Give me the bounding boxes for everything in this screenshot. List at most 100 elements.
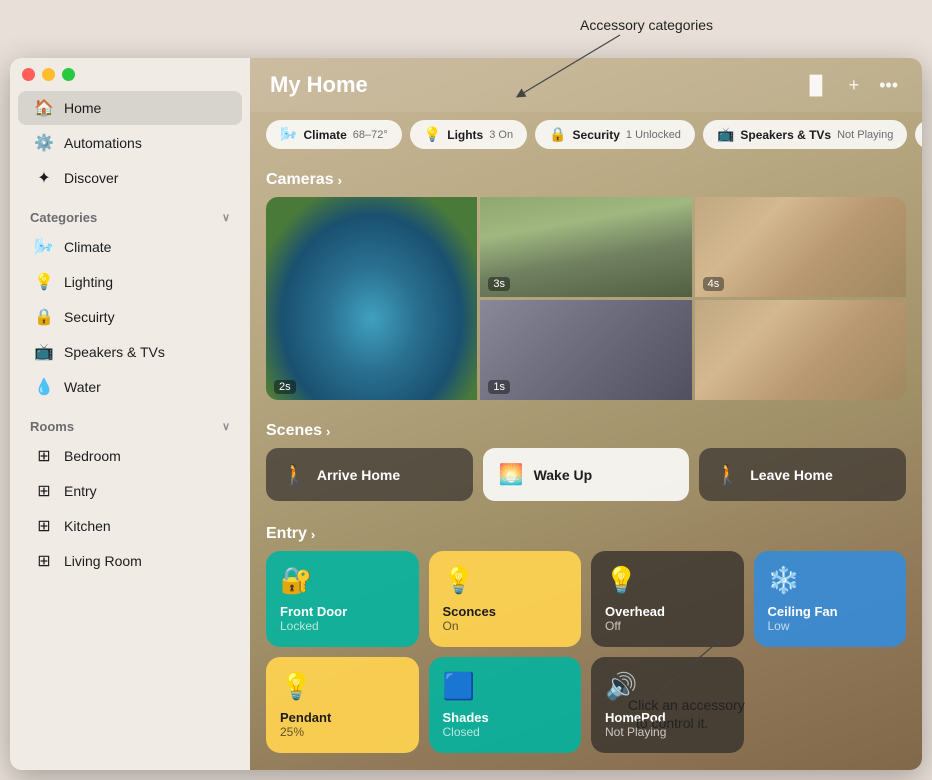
overhead-icon: 💡 [605, 565, 730, 596]
svg-text:Accessory categories: Accessory categories [580, 17, 713, 33]
main-content: My Home ▐▌ + ••• 🌬️ Climate 68–72° 💡 Lig… [250, 58, 922, 770]
scenes-section-label: Scenes [266, 422, 322, 440]
scenes-grid: 🚶 Arrive Home 🌅 Wake Up 🚶 Leave Home [250, 448, 922, 515]
climate-icon: 🌬️ [34, 237, 54, 257]
sidebar-item-bedroom[interactable]: ⊞ Bedroom [18, 439, 242, 473]
pill-water[interactable]: 💧 Water Off [915, 120, 922, 149]
sidebar-kitchen-label: Kitchen [64, 518, 111, 534]
page-title: My Home [270, 72, 368, 98]
categories-section-header[interactable]: Categories ∨ [10, 196, 250, 229]
homepod-name: HomePod [605, 710, 730, 725]
rooms-label: Rooms [30, 419, 74, 434]
front-door-name: Front Door [280, 604, 405, 619]
sidebar-living-room-label: Living Room [64, 553, 142, 569]
accessory-pendant[interactable]: 💡 Pendant 25% [266, 657, 419, 753]
add-accessory-button[interactable]: + [845, 73, 864, 98]
front-door-status: Locked [280, 619, 405, 633]
camera-extra[interactable] [695, 300, 906, 400]
pill-climate[interactable]: 🌬️ Climate 68–72° [266, 120, 402, 149]
arrive-home-icon: 🚶 [282, 462, 307, 487]
kitchen-icon: ⊞ [34, 516, 54, 536]
pill-security-name: Security [573, 128, 620, 142]
close-button[interactable] [22, 68, 35, 81]
rooms-section-header[interactable]: Rooms ∨ [10, 405, 250, 438]
sidebar-item-climate[interactable]: 🌬️ Climate [18, 230, 242, 264]
pill-security[interactable]: 🔒 Security 1 Unlocked [535, 120, 695, 149]
camera-garage-timer: 1s [488, 380, 510, 394]
accessory-sconces[interactable]: 💡 Sconces On [429, 551, 582, 647]
pill-lights-name: Lights [447, 128, 483, 142]
sidebar-automations-label: Automations [64, 135, 142, 151]
discover-icon: ✦ [34, 168, 54, 188]
home-icon: 🏠 [34, 98, 54, 118]
sidebar-item-kitchen[interactable]: ⊞ Kitchen [18, 509, 242, 543]
accessory-overhead[interactable]: 💡 Overhead Off [591, 551, 744, 647]
rooms-chevron-icon: ∨ [222, 420, 230, 433]
shades-name: Shades [443, 710, 568, 725]
sidebar-item-water[interactable]: 💧 Water [18, 370, 242, 404]
waveform-button[interactable]: ▐▌ [799, 73, 833, 98]
sidebar-entry-label: Entry [64, 483, 97, 499]
accessories-grid: 🔐 Front Door Locked 💡 Sconces On 💡 Overh… [250, 551, 922, 769]
camera-driveway[interactable]: 3s [480, 197, 691, 297]
pill-speakers-status: Not Playing [837, 129, 893, 141]
sconces-status: On [443, 619, 568, 633]
wake-up-label: Wake Up [534, 467, 593, 483]
pendant-status: 25% [280, 725, 405, 739]
camera-driveway-timer: 3s [488, 277, 510, 291]
sidebar-item-lighting[interactable]: 💡 Lighting [18, 265, 242, 299]
scene-leave-home[interactable]: 🚶 Leave Home [699, 448, 906, 501]
shades-status: Closed [443, 725, 568, 739]
water-icon: 💧 [34, 377, 54, 397]
accessory-ceiling-fan[interactable]: ❄️ Ceiling Fan Low [754, 551, 907, 647]
pill-climate-name: Climate [303, 128, 346, 142]
entry-icon: ⊞ [34, 481, 54, 501]
sidebar-item-discover[interactable]: ✦ Discover [18, 161, 242, 195]
lighting-icon: 💡 [34, 272, 54, 292]
accessory-homepod[interactable]: 🔊 HomePod Not Playing [591, 657, 744, 753]
sidebar-item-security[interactable]: 🔒 Secuirty [18, 300, 242, 334]
scene-wake-up[interactable]: 🌅 Wake Up [483, 448, 690, 501]
traffic-lights [22, 68, 75, 81]
ceiling-fan-icon: ❄️ [768, 565, 893, 596]
camera-living[interactable]: 4s [695, 197, 906, 297]
sidebar-item-automations[interactable]: ⚙️ Automations [18, 126, 242, 160]
sidebar-lighting-label: Lighting [64, 274, 113, 290]
maximize-button[interactable] [62, 68, 75, 81]
minimize-button[interactable] [42, 68, 55, 81]
pill-lights[interactable]: 💡 Lights 3 On [410, 120, 527, 149]
shades-icon: 🟦 [443, 671, 568, 702]
camera-pool[interactable]: 2s [266, 197, 477, 400]
category-pills-container: 🌬️ Climate 68–72° 💡 Lights 3 On 🔒 Securi… [250, 112, 922, 161]
pendant-icon: 💡 [280, 671, 405, 702]
arrive-home-label: Arrive Home [317, 467, 400, 483]
accessory-shades[interactable]: 🟦 Shades Closed [429, 657, 582, 753]
app-window: 🏠 Home ⚙️ Automations ✦ Discover Categor… [10, 58, 922, 770]
scenes-section-header[interactable]: Scenes › [250, 412, 922, 448]
leave-home-icon: 🚶 [715, 462, 740, 487]
sidebar-item-entry[interactable]: ⊞ Entry [18, 474, 242, 508]
scenes-chevron-icon: › [326, 424, 330, 439]
camera-living-timer: 4s [703, 277, 725, 291]
pill-climate-status: 68–72° [353, 129, 388, 141]
scene-arrive-home[interactable]: 🚶 Arrive Home [266, 448, 473, 501]
entry-chevron-icon: › [311, 527, 315, 542]
pill-speakers-tvs[interactable]: 📺 Speakers & TVs Not Playing [703, 120, 907, 149]
overhead-status: Off [605, 619, 730, 633]
accessory-front-door[interactable]: 🔐 Front Door Locked [266, 551, 419, 647]
sidebar-item-living-room[interactable]: ⊞ Living Room [18, 544, 242, 578]
entry-section-header[interactable]: Entry › [250, 515, 922, 551]
overhead-name: Overhead [605, 604, 730, 619]
cameras-section-label: Cameras [266, 171, 334, 189]
pill-security-icon: 🔒 [549, 126, 566, 143]
sidebar-item-speakers-tvs[interactable]: 📺 Speakers & TVs [18, 335, 242, 369]
cameras-section-header[interactable]: Cameras › [250, 161, 922, 197]
sidebar-item-home[interactable]: 🏠 Home [18, 91, 242, 125]
cameras-grid: 2s 3s 4s 1s [266, 197, 906, 400]
sidebar-climate-label: Climate [64, 239, 111, 255]
pendant-name: Pendant [280, 710, 405, 725]
camera-garage[interactable]: 1s [480, 300, 691, 400]
more-options-button[interactable]: ••• [875, 73, 902, 98]
sidebar-water-label: Water [64, 379, 101, 395]
living-room-icon: ⊞ [34, 551, 54, 571]
